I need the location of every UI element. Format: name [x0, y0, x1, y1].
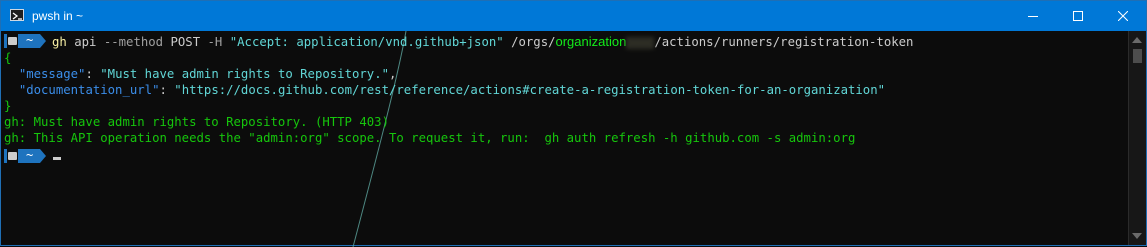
command-subcommand: api [74, 35, 97, 49]
terminal-window: pwsh in ~ ~ gh api --method POST -H "Acce… [0, 0, 1147, 247]
json-value-message: "Must have admin rights to Repository." [100, 67, 389, 81]
terminal-output[interactable]: ~ gh api --method POST -H "Accept: applic… [1, 31, 1128, 245]
json-comma: , [389, 67, 397, 81]
folder-icon [8, 152, 17, 160]
prompt-segment: ~ [4, 33, 46, 48]
active-prompt-line: ~ [4, 148, 61, 165]
redacted-text [626, 36, 655, 49]
command-line: ~ gh api --method POST -H "Accept: applic… [4, 33, 913, 50]
error-line-2: gh: This API operation needs the "admin:… [4, 131, 856, 145]
command-flag-method: --method [103, 35, 164, 49]
json-doc-line: "documentation_url": "https://docs.githu… [4, 82, 885, 99]
command-flag-header: -H [207, 35, 223, 49]
json-message-line: "message": "Must have admin rights to Re… [4, 66, 397, 83]
json-separator: : [85, 67, 101, 81]
close-button[interactable] [1100, 1, 1146, 31]
scroll-up-icon[interactable] [1132, 37, 1142, 43]
error-line-1: gh: Must have admin rights to Repository… [4, 115, 389, 129]
json-close-brace: } [4, 99, 12, 113]
json-key-documentation-url: "documentation_url" [18, 83, 160, 97]
minimize-icon [1028, 16, 1038, 17]
json-key-message: "message" [18, 67, 86, 81]
title-bar[interactable]: pwsh in ~ [1, 1, 1146, 31]
scroll-down-icon[interactable] [1132, 233, 1142, 239]
command-header: "Accept: application/vnd.github+json" [229, 35, 504, 49]
command-path-prefix: /orgs/ [511, 35, 556, 49]
vertical-scrollbar[interactable] [1128, 31, 1146, 245]
command-method: POST [170, 35, 201, 49]
org-name: organization [555, 34, 627, 49]
text-cursor[interactable] [53, 157, 61, 160]
json-open-brace: { [4, 51, 12, 65]
scrollbar-thumb[interactable] [1133, 49, 1142, 63]
prompt-segment: ~ [4, 148, 46, 163]
powershell-icon [10, 9, 24, 21]
window-title: pwsh in ~ [32, 9, 84, 23]
json-value-documentation-url[interactable]: "https://docs.github.com/rest/reference/… [174, 83, 885, 97]
maximize-button[interactable] [1055, 1, 1101, 31]
close-icon [1118, 11, 1128, 21]
command-program: gh [52, 35, 67, 49]
home-icon: ~ [26, 148, 34, 162]
minimize-button[interactable] [1010, 1, 1056, 31]
home-icon: ~ [26, 33, 34, 47]
folder-icon [8, 37, 17, 45]
command-path-suffix: /actions/runners/registration-token [654, 35, 914, 49]
maximize-icon [1073, 11, 1083, 21]
json-separator: : [159, 83, 175, 97]
